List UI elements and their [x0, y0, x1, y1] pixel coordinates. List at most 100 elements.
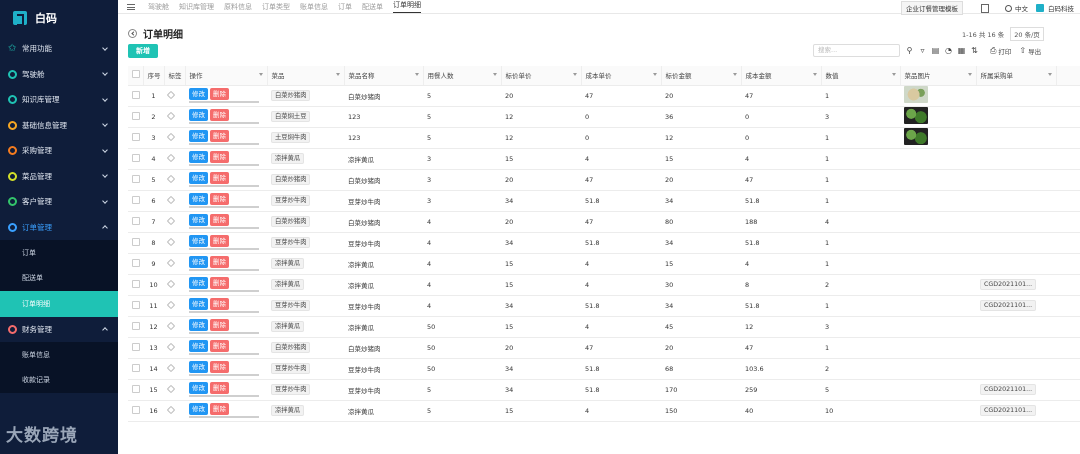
dish-image[interactable]	[904, 107, 928, 124]
column-header[interactable]: 数值	[821, 66, 901, 86]
sort-icon[interactable]: ⇅	[969, 44, 980, 57]
filter-arrow-icon[interactable]	[492, 73, 497, 76]
table-row[interactable]: 4 修改 删除 凉拌黄瓜 凉拌黄瓜 3 15 4 15 4 1	[128, 148, 1080, 170]
table-row[interactable]: 3 修改 删除 土豆焖牛肉 123 5 12 0 12 0 1	[128, 127, 1080, 149]
column-header[interactable]: 所属采购单	[976, 66, 1057, 86]
edit-button[interactable]: 修改	[189, 403, 208, 415]
table-row[interactable]: 6 修改 删除 豆芽炒牛肉 豆芽炒牛肉 3 34 51.8 34 51.8 1	[128, 190, 1080, 212]
filter-arrow-icon[interactable]	[967, 73, 972, 76]
column-header[interactable]: 序号	[143, 66, 165, 86]
row-checkbox[interactable]	[132, 279, 140, 288]
filter-arrow-icon[interactable]	[652, 73, 657, 76]
edit-button[interactable]: 修改	[189, 214, 208, 226]
dish-chip[interactable]: 土豆焖牛肉	[271, 132, 311, 143]
sidebar-item[interactable]: 知识库管理	[0, 87, 118, 113]
dish-chip[interactable]: 豆芽炒牛肉	[271, 384, 311, 395]
cell-scrollbar[interactable]	[189, 206, 259, 208]
dish-chip[interactable]: 豆芽炒牛肉	[271, 363, 311, 374]
table-row[interactable]: 14 修改 删除 豆芽炒牛肉 豆芽炒牛肉 50 34 51.8 68 103.6 2	[128, 358, 1080, 380]
back-icon[interactable]	[128, 29, 137, 38]
table-row[interactable]: 7 修改 删除 白菜炒猪肉 白菜炒猪肉 4 20 47 80 188 4	[128, 211, 1080, 233]
tag-icon[interactable]	[166, 279, 176, 288]
delete-button[interactable]: 删除	[210, 88, 229, 100]
search-input[interactable]: 搜索...	[813, 44, 900, 57]
table-row[interactable]: 15 修改 删除 豆芽炒牛肉 豆芽炒牛肉 5 34 51.8 170 259 5 CGD2021101…	[128, 379, 1080, 401]
column-header[interactable]: 成本金额	[741, 66, 822, 86]
tag-icon[interactable]	[166, 153, 176, 162]
filter-arrow-icon[interactable]	[891, 73, 896, 76]
delete-button[interactable]: 删除	[210, 214, 229, 226]
table-row[interactable]: 11 修改 删除 豆芽炒牛肉 豆芽炒牛肉 4 34 51.8 34 51.8 1 CGD2021101…	[128, 295, 1080, 317]
column-header[interactable]: 用餐人数	[423, 66, 502, 86]
cell-scrollbar[interactable]	[189, 143, 259, 145]
edit-button[interactable]: 修改	[189, 277, 208, 289]
top-tab[interactable]: 配送单	[362, 2, 383, 12]
filter-arrow-icon[interactable]	[414, 73, 419, 76]
table-row[interactable]: 16 修改 删除 凉拌黄瓜 凉拌黄瓜 5 15 4 150 40 10 CGD2021101...	[128, 400, 1080, 422]
delete-button[interactable]: 删除	[210, 319, 229, 331]
cell-scrollbar[interactable]	[189, 269, 259, 271]
sidebar-subitem[interactable]: 订单明细	[0, 291, 118, 317]
edit-button[interactable]: 修改	[189, 256, 208, 268]
sidebar-subitem[interactable]: 账单信息	[0, 342, 118, 368]
delete-button[interactable]: 删除	[210, 256, 229, 268]
column-header[interactable]: 菜品图片	[900, 66, 977, 86]
sidebar-item[interactable]: 菜品管理	[0, 164, 118, 190]
row-checkbox[interactable]	[132, 405, 140, 414]
cell-scrollbar[interactable]	[189, 416, 259, 418]
filter-arrow-icon[interactable]	[258, 73, 263, 76]
tag-icon[interactable]	[166, 132, 176, 141]
delete-button[interactable]: 删除	[210, 361, 229, 373]
sidebar-item[interactable]: 订单管理	[0, 215, 118, 241]
sidebar-subitem[interactable]: 订单	[0, 240, 118, 266]
cell-scrollbar[interactable]	[189, 311, 259, 313]
row-checkbox[interactable]	[132, 237, 140, 246]
sidebar-item[interactable]: 财务管理	[0, 317, 118, 343]
dish-chip[interactable]: 豆芽炒牛肉	[271, 237, 311, 248]
sidebar-subitem[interactable]: 收款记录	[0, 368, 118, 394]
top-tab[interactable]: 驾驶舱	[148, 2, 169, 12]
select-all-checkbox[interactable]	[132, 70, 140, 79]
edit-button[interactable]: 修改	[189, 193, 208, 205]
row-checkbox[interactable]	[132, 300, 140, 309]
delete-button[interactable]: 删除	[210, 193, 229, 205]
delete-button[interactable]: 删除	[210, 151, 229, 163]
dish-chip[interactable]: 白菜炒猪肉	[271, 174, 311, 185]
table-row[interactable]: 10 修改 删除 凉拌黄瓜 凉拌黄瓜 4 15 4 30 8 2 CGD2021101...	[128, 274, 1080, 296]
row-checkbox[interactable]	[132, 384, 140, 393]
globe-icon[interactable]	[1005, 4, 1012, 12]
column-header[interactable]: 标签	[164, 66, 186, 86]
print-button[interactable]: ⎙ 打印	[990, 46, 1011, 56]
filter-arrow-icon[interactable]	[1047, 73, 1052, 76]
delete-button[interactable]: 删除	[210, 403, 229, 415]
tag-icon[interactable]	[166, 195, 176, 204]
top-tab[interactable]: 订单明细	[393, 0, 421, 13]
tag-icon[interactable]	[166, 363, 176, 372]
top-tab[interactable]: 知识库管理	[179, 2, 214, 12]
dish-chip[interactable]: 凉拌黄瓜	[271, 258, 305, 269]
cell-scrollbar[interactable]	[189, 185, 259, 187]
table-row[interactable]: 5 修改 删除 白菜炒猪肉 白菜炒猪肉 3 20 47 20 47 1	[128, 169, 1080, 191]
filter-arrow-icon[interactable]	[572, 73, 577, 76]
tag-icon[interactable]	[166, 237, 176, 246]
cell-scrollbar[interactable]	[189, 374, 259, 376]
company-name[interactable]: 白码科技	[1048, 3, 1074, 13]
table-row[interactable]: 1 修改 删除 白菜炒猪肉 白菜炒猪肉 5 20 47 20 47 1	[128, 85, 1080, 107]
row-checkbox[interactable]	[132, 342, 140, 351]
sidebar-item[interactable]: 采购管理	[0, 138, 118, 164]
column-header[interactable]: 菜品名称	[344, 66, 424, 86]
row-checkbox[interactable]	[132, 132, 140, 141]
tag-icon[interactable]	[166, 90, 176, 99]
add-button[interactable]: 新增	[128, 44, 158, 58]
column-header[interactable]: 成本单价	[581, 66, 662, 86]
purchase-order-chip[interactable]: CGD2021101...	[980, 384, 1037, 395]
cell-scrollbar[interactable]	[189, 101, 259, 103]
top-tab[interactable]: 账单信息	[300, 2, 328, 12]
filter-icon[interactable]: ▿	[917, 44, 928, 57]
cell-scrollbar[interactable]	[189, 332, 259, 334]
row-checkbox[interactable]	[132, 258, 140, 267]
dish-chip[interactable]: 凉拌黄瓜	[271, 153, 305, 164]
bar-chart-icon[interactable]: ▤	[930, 44, 941, 57]
filter-arrow-icon[interactable]	[335, 73, 340, 76]
row-checkbox[interactable]	[132, 195, 140, 204]
